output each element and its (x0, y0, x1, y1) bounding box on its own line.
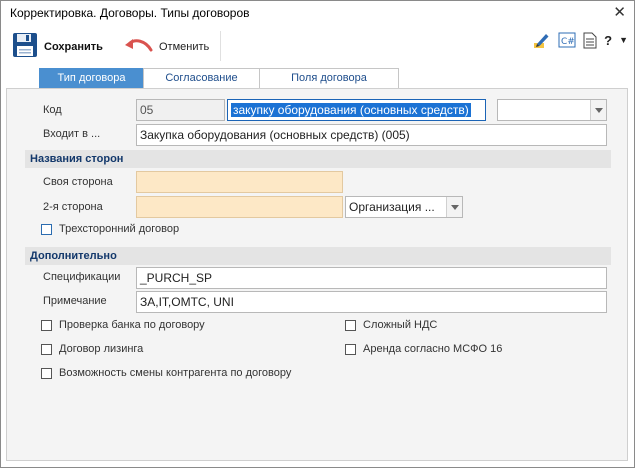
counterparty-change-checkbox[interactable]: Возможность смены контрагента по договор… (41, 367, 291, 379)
dialog-window: Корректировка. Договоры. Типы договоров … (0, 0, 635, 468)
tab-strip: Тип договора Согласование Поля договора (39, 68, 399, 88)
checkbox-box[interactable] (41, 319, 52, 331)
parent-label: Входит в ... (43, 128, 101, 140)
toolbar-separator (220, 31, 221, 61)
csharp-icon[interactable]: C# (558, 32, 576, 48)
checkbox-box[interactable] (345, 343, 356, 355)
note-value: ЗА,IT,ОМТС, UNI (140, 295, 234, 309)
title-bar: Корректировка. Договоры. Типы договоров … (1, 1, 634, 25)
parent-field[interactable]: Закупка оборудования (основных средств) … (136, 124, 607, 146)
second-side-label: 2-я сторона (43, 201, 103, 213)
contract-type-name-field[interactable]: закупку оборудования (основных средств) (227, 99, 486, 121)
specifications-label: Спецификации (43, 271, 121, 283)
counterparty-change-label: Возможность смены контрагента по договор… (59, 367, 292, 379)
specifications-field[interactable]: _PURCH_SP (136, 267, 607, 289)
bank-check-checkbox[interactable]: Проверка банка по договору (41, 319, 205, 331)
dropdown-arrow-icon[interactable]: ▼ (619, 35, 628, 45)
chevron-down-icon[interactable] (446, 197, 462, 217)
checkbox-box[interactable] (41, 367, 52, 379)
second-side-type-combo[interactable]: Организация ... (345, 196, 463, 218)
chevron-down-icon[interactable] (590, 100, 606, 120)
tab-approval[interactable]: Согласование (143, 68, 260, 88)
specifications-value: _PURCH_SP (140, 271, 213, 285)
edit-pencil-icon[interactable] (533, 31, 551, 49)
window-title: Корректировка. Договоры. Типы договоров (10, 6, 250, 20)
extra-combo[interactable] (497, 99, 607, 121)
svg-text:C#: C# (561, 37, 575, 47)
trilateral-label: Трехсторонний договор (59, 223, 180, 235)
floppy-disk-icon (12, 32, 38, 61)
bank-check-label: Проверка банка по договору (59, 319, 205, 331)
checkbox-box[interactable] (41, 223, 52, 235)
form-panel: Код 05 закупку оборудования (основных ср… (6, 88, 628, 461)
toolbar: Сохранить Отменить C# ? ▼ (1, 27, 634, 65)
toolbar-right-icons: C# ? ▼ (526, 31, 628, 49)
second-side-type-value: Организация ... (349, 200, 435, 214)
close-button[interactable]: ✕ (613, 3, 626, 21)
parties-section-header: Названия сторон (25, 150, 611, 168)
leasing-checkbox[interactable]: Договор лизинга (41, 343, 143, 355)
leasing-label: Договор лизинга (59, 343, 144, 355)
save-button[interactable]: Сохранить (12, 32, 103, 61)
parent-value: Закупка оборудования (основных средств) … (140, 128, 410, 142)
undo-button[interactable]: Отменить (123, 37, 209, 56)
note-label: Примечание (43, 295, 107, 307)
selected-name-text: закупку оборудования (основных средств) (231, 103, 471, 117)
undo-button-label: Отменить (159, 40, 210, 53)
own-side-field[interactable] (136, 171, 343, 193)
help-icon[interactable]: ? (604, 33, 612, 48)
code-value: 05 (140, 103, 154, 117)
additional-section-header: Дополнительно (25, 247, 611, 265)
save-button-label: Сохранить (44, 40, 103, 53)
document-icon[interactable] (583, 32, 597, 49)
code-field[interactable]: 05 (136, 99, 225, 121)
code-label: Код (43, 104, 62, 116)
checkbox-box[interactable] (345, 319, 356, 331)
ifrs16-lease-label: Аренда согласно МСФО 16 (363, 343, 503, 355)
complex-vat-label: Сложный НДС (363, 319, 438, 331)
complex-vat-checkbox[interactable]: Сложный НДС (345, 319, 437, 331)
tab-contract-type[interactable]: Тип договора (39, 68, 144, 88)
note-field[interactable]: ЗА,IT,ОМТС, UNI (136, 291, 607, 313)
second-side-field[interactable] (136, 196, 343, 218)
tab-contract-fields[interactable]: Поля договора (259, 68, 399, 88)
undo-arrow-icon (123, 37, 153, 56)
checkbox-box[interactable] (41, 343, 52, 355)
own-side-label: Своя сторона (43, 176, 113, 188)
ifrs16-lease-checkbox[interactable]: Аренда согласно МСФО 16 (345, 343, 502, 355)
trilateral-checkbox[interactable]: Трехсторонний договор (41, 223, 179, 235)
